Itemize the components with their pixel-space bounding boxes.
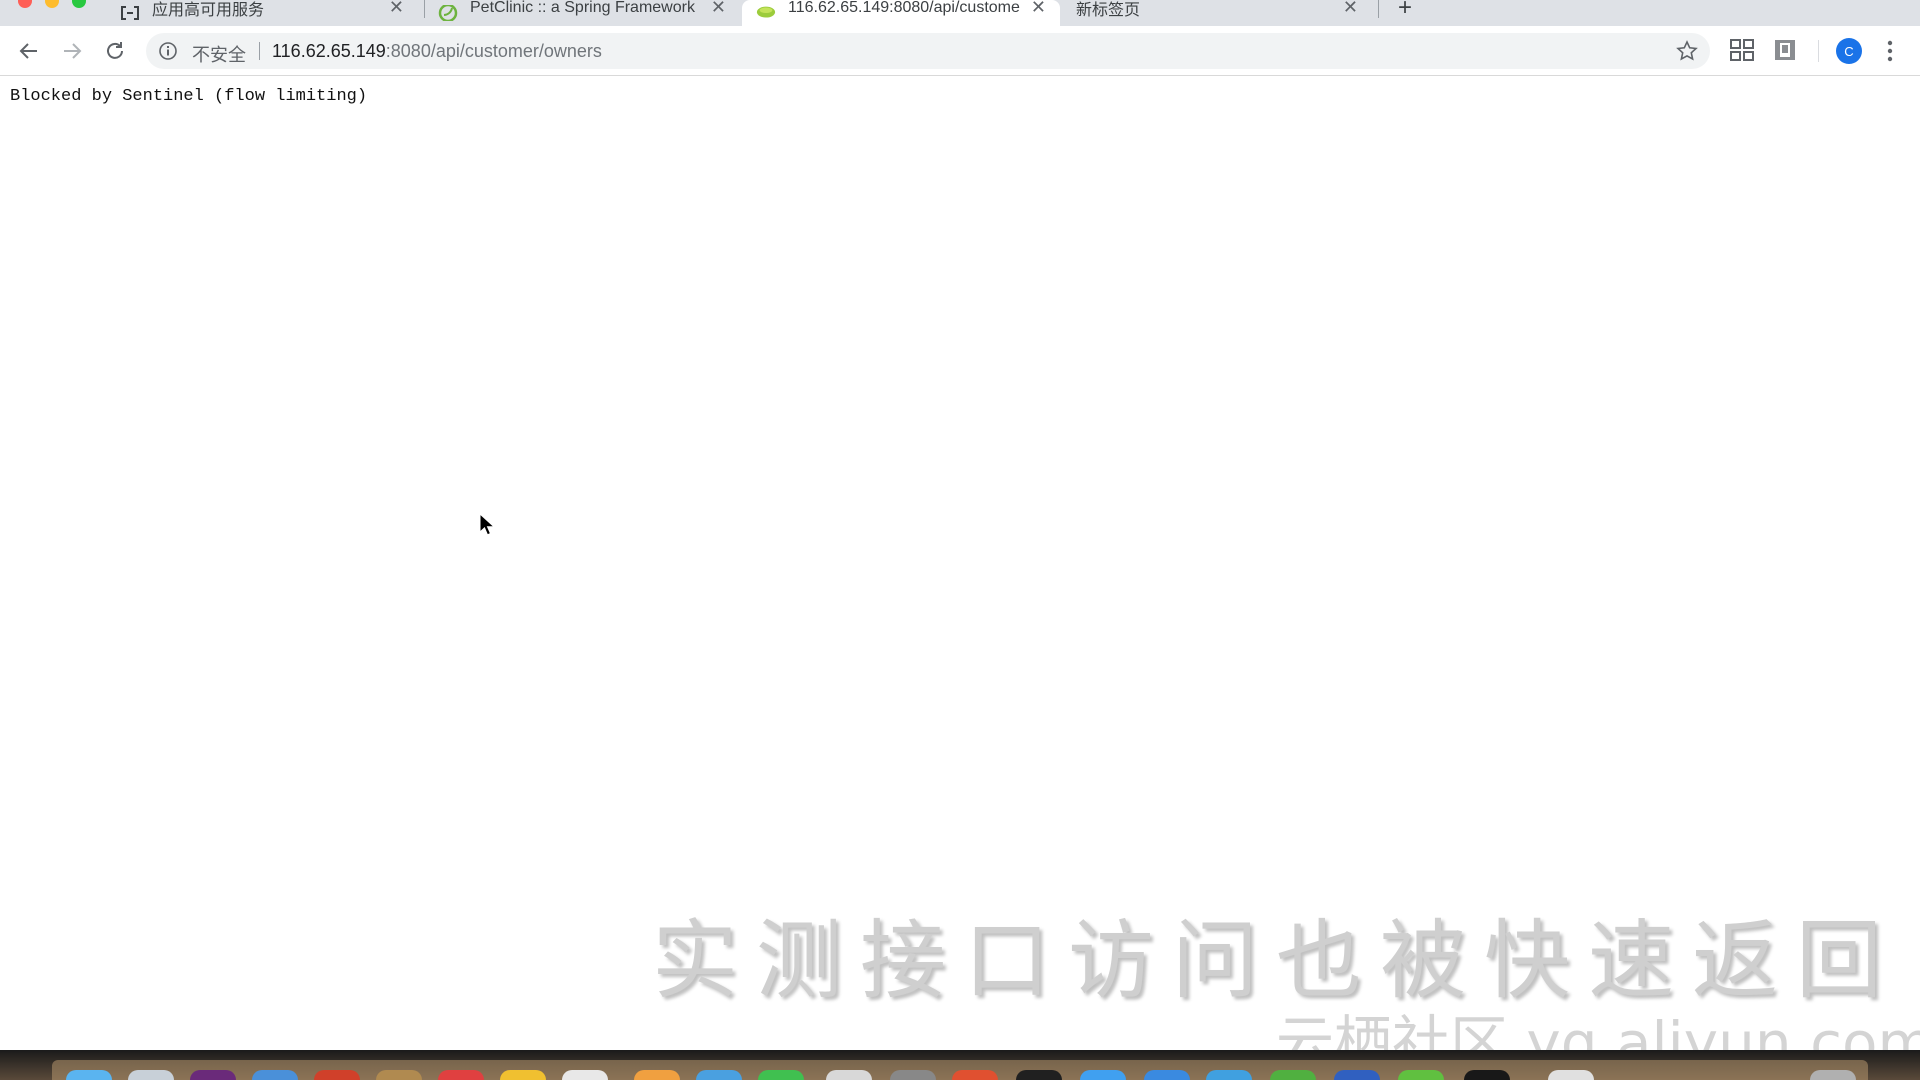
page-body-text: Blocked by Sentinel (flow limiting) (10, 87, 368, 106)
arrow-right-icon (64, 43, 82, 59)
info-icon[interactable] (158, 41, 178, 66)
app-icon[interactable] (952, 1070, 998, 1080)
finder-icon[interactable] (66, 1070, 112, 1080)
tab-api-owners[interactable]: 116.62.65.149:8080/api/customer/owners ✕ (742, 0, 1060, 26)
app-icon[interactable] (1144, 1070, 1190, 1080)
app-icon[interactable] (696, 1070, 742, 1080)
app-icon[interactable] (634, 1070, 680, 1080)
launchpad-icon[interactable] (128, 1070, 174, 1080)
app-icon[interactable] (1206, 1070, 1252, 1080)
tab-title: 新标签页 (1076, 2, 1141, 19)
new-tab-button[interactable]: + (1398, 0, 1412, 22)
address-bar[interactable]: 不安全 116.62.65.149:8080/api/customer/owne… (146, 33, 1710, 69)
close-tab-icon[interactable]: ✕ (1031, 0, 1046, 18)
browser-toolbar: 不安全 116.62.65.149:8080/api/customer/owne… (0, 26, 1920, 76)
app-icon[interactable] (826, 1070, 872, 1080)
safari-icon[interactable] (252, 1070, 298, 1080)
window-zoom-button[interactable] (72, 0, 86, 8)
app-icon[interactable] (190, 1070, 236, 1080)
extension-reader-icon[interactable] (1774, 39, 1796, 66)
tab-title: 应用高可用服务 (152, 2, 265, 19)
tab-title: PetClinic :: a Spring Framework (470, 0, 695, 16)
terminal-icon[interactable] (1016, 1070, 1062, 1080)
calendar-icon[interactable] (438, 1070, 484, 1080)
reload-button[interactable] (101, 37, 129, 65)
tab-petclinic[interactable]: PetClinic :: a Spring Framework ✕ (428, 0, 740, 26)
spring-leaf-icon (438, 4, 458, 22)
url-path: :8080/api/customer/owners (385, 41, 602, 61)
app-icon[interactable] (314, 1070, 360, 1080)
tab-new-tab[interactable]: 新标签页 ✕ (1062, 0, 1372, 26)
tab-title: 116.62.65.149:8080/api/customer/owners (788, 0, 1020, 16)
notes-icon[interactable] (500, 1070, 546, 1080)
back-button[interactable] (15, 37, 43, 65)
window-close-button[interactable] (18, 0, 32, 8)
trash-icon[interactable] (1810, 1070, 1856, 1080)
tab-aliyun-ahas[interactable]: 应用高可用服务 ✕ (108, 0, 418, 26)
app-icon[interactable] (1398, 1070, 1444, 1080)
profile-avatar[interactable]: C (1836, 38, 1862, 64)
extension-grid-icon[interactable] (1730, 39, 1754, 66)
sentinel-icon (756, 4, 776, 22)
arrow-left-icon (19, 43, 37, 59)
url-host: 116.62.65.149 (272, 41, 386, 61)
mouse-cursor-icon (479, 513, 495, 536)
app-icon[interactable] (562, 1070, 608, 1080)
app-icon[interactable] (376, 1070, 422, 1080)
messages-icon[interactable] (758, 1070, 804, 1080)
more-menu-icon[interactable] (1880, 38, 1900, 69)
bookmark-star-icon[interactable] (1676, 40, 1698, 67)
close-tab-icon[interactable]: ✕ (389, 0, 404, 18)
app-icon[interactable] (1080, 1070, 1126, 1080)
window-minimize-button[interactable] (45, 0, 59, 8)
url-text[interactable]: 116.62.65.149:8080/api/customer/owners (272, 41, 602, 62)
tab-strip: 应用高可用服务 ✕ PetClinic :: a Spring Framewor… (0, 0, 1920, 26)
documents-icon[interactable] (1548, 1070, 1594, 1080)
app-icon[interactable] (1270, 1070, 1316, 1080)
forward-button[interactable] (58, 37, 86, 65)
aliyun-icon (120, 4, 140, 22)
app-icon[interactable] (1334, 1070, 1380, 1080)
security-status[interactable]: 不安全 (192, 41, 246, 67)
app-icon[interactable] (890, 1070, 936, 1080)
close-tab-icon[interactable]: ✕ (1343, 0, 1358, 18)
close-tab-icon[interactable]: ✕ (711, 0, 726, 18)
app-icon[interactable] (1464, 1070, 1510, 1080)
reload-icon (107, 42, 123, 59)
